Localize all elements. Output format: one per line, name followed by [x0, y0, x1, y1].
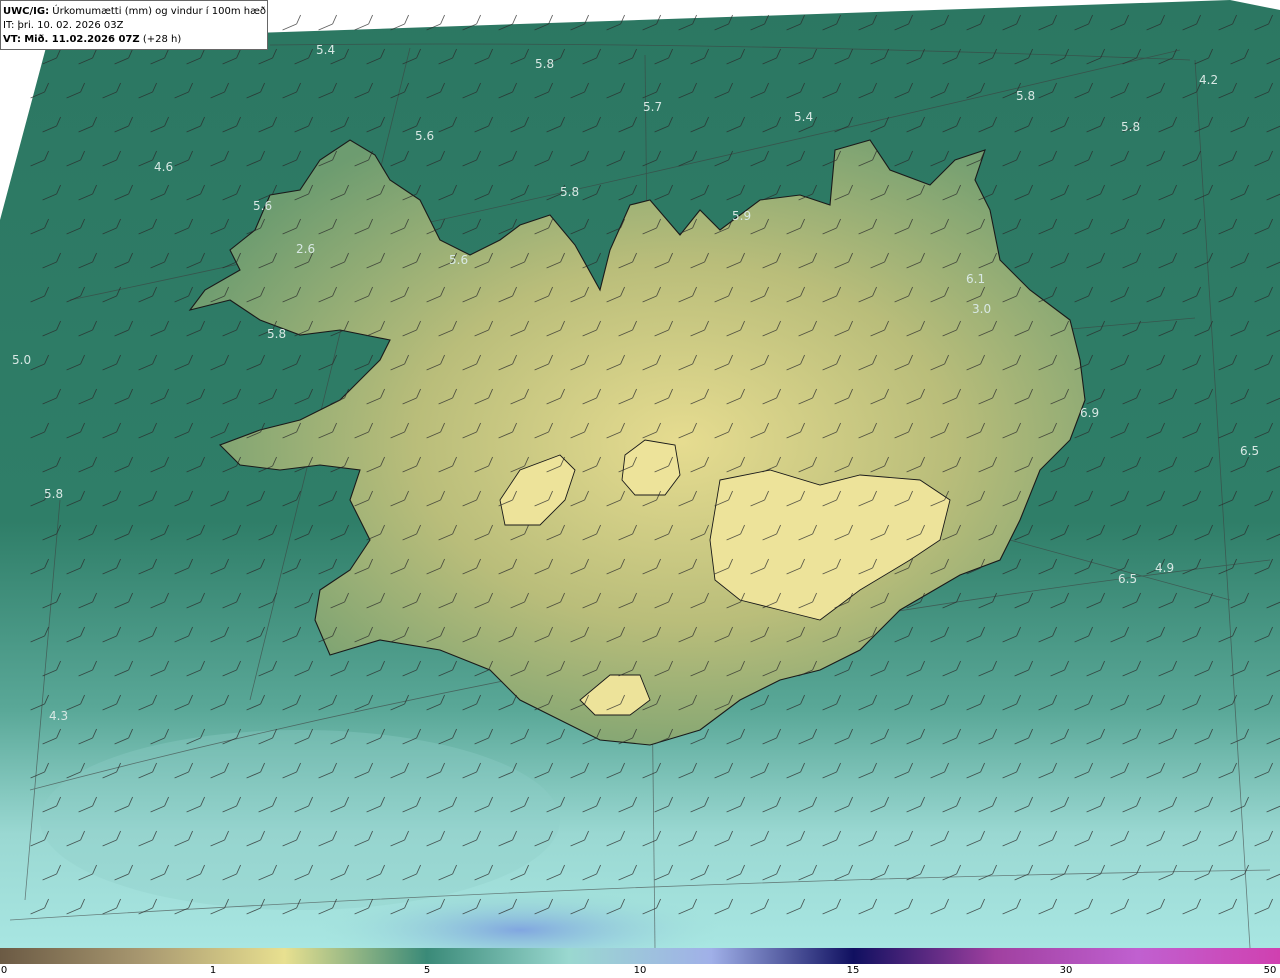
colorbar-tick: 10 — [633, 965, 647, 976]
value-label: 4.3 — [49, 709, 68, 723]
value-label: 6.9 — [1080, 406, 1099, 420]
value-label: 3.0 — [972, 302, 991, 316]
value-label: 5.8 — [1121, 120, 1140, 134]
value-label: 4.9 — [1155, 561, 1174, 575]
value-label: 5.0 — [12, 353, 31, 367]
value-label: 4.2 — [1199, 73, 1218, 87]
value-label: 5.7 — [643, 100, 662, 114]
value-label: 5.8 — [560, 185, 579, 199]
colorbar-tick: 50 — [1263, 965, 1277, 976]
value-label: 4.6 — [154, 160, 173, 174]
value-label: 6.5 — [1118, 572, 1137, 586]
value-label: 5.4 — [316, 43, 335, 57]
colorbar-tick: 15 — [846, 965, 860, 976]
value-label: 5.4 — [794, 110, 813, 124]
valid-prefix: VT: — [3, 34, 22, 45]
forecast-map: 5.4 5.8 5.7 5.4 5.8 4.2 5.8 5.6 4.6 5.8 … — [0, 0, 1280, 948]
value-label: 2.6 — [296, 242, 315, 256]
lead-time: (+28 h) — [142, 34, 182, 45]
colorbar: 0 1 5 10 15 30 50 — [0, 948, 1280, 978]
colorbar-tick: 0 — [0, 965, 8, 976]
value-label: 5.6 — [415, 129, 434, 143]
colorbar-tick: 30 — [1059, 965, 1073, 976]
colorbar-tick: 1 — [209, 965, 217, 976]
model-name: UWC/IG: — [3, 6, 50, 17]
map-svg: 5.4 5.8 5.7 5.4 5.8 4.2 5.8 5.6 4.6 5.8 … — [0, 0, 1280, 948]
colorbar-strip — [0, 948, 1280, 964]
value-label: 5.8 — [1016, 89, 1035, 103]
value-label: 5.8 — [267, 327, 286, 341]
initial-time: IT: þri. 10. 02. 2026 03Z — [3, 20, 124, 31]
field-description: Úrkomumætti (mm) og vindur í 100m hæð — [52, 6, 267, 17]
map-title-box: UWC/IG: Úrkomumætti (mm) og vindur í 100… — [0, 0, 268, 50]
value-label: 5.8 — [535, 57, 554, 71]
value-label: 5.6 — [253, 199, 272, 213]
value-label: 5.8 — [44, 487, 63, 501]
value-label: 5.6 — [449, 253, 468, 267]
valid-time-line: VT: Mið. 11.02.2026 07Z (+28 h) — [3, 33, 267, 47]
colorbar-tick: 5 — [423, 965, 431, 976]
value-label: 6.1 — [966, 272, 985, 286]
title-line: UWC/IG: Úrkomumætti (mm) og vindur í 100… — [3, 5, 267, 19]
valid-time: Mið. 11.02.2026 07Z — [24, 34, 140, 45]
value-label: 6.5 — [1240, 444, 1259, 458]
shallow-precip-zone — [40, 730, 560, 910]
value-label: 5.9 — [732, 209, 751, 223]
